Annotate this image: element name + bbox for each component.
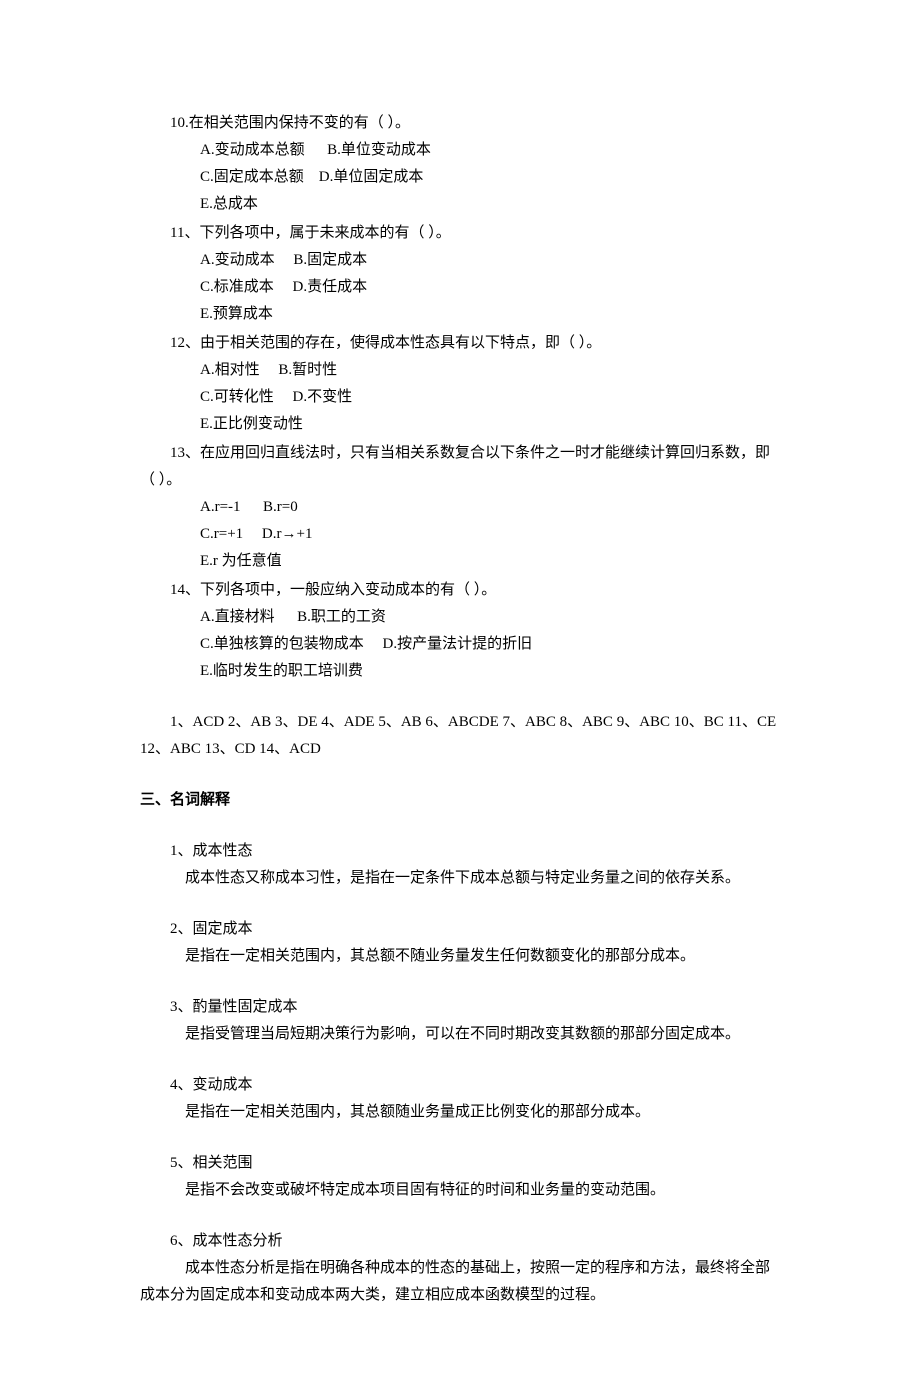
q12-opt-e: E.正比例变动性	[200, 411, 780, 438]
term-3-title: 3、酌量性固定成本	[140, 994, 780, 1021]
term-2: 2、固定成本 是指在一定相关范围内，其总额不随业务量发生任何数额变化的那部分成本…	[140, 916, 780, 970]
term-1: 1、成本性态 成本性态又称成本习性，是指在一定条件下成本总额与特定业务量之间的依…	[140, 838, 780, 892]
question-10: 10.在相关范围内保持不变的有（ ）。 A.变动成本总额 B.单位变动成本 C.…	[140, 110, 780, 218]
term-6-def-line1: 成本性态分析是指在明确各种成本的性态的基础上，按照一定的程序和方法，最终将全部	[140, 1255, 780, 1282]
q10-options: A.变动成本总额 B.单位变动成本 C.固定成本总额 D.单位固定成本 E.总成…	[140, 137, 780, 218]
q11-stem: 11、下列各项中，属于未来成本的有（ ）。	[140, 220, 780, 247]
term-4-title: 4、变动成本	[140, 1072, 780, 1099]
question-12: 12、由于相关范围的存在，使得成本性态具有以下特点，即（ ）。 A.相对性 B.…	[140, 330, 780, 438]
answers-block: 1、ACD 2、AB 3、DE 4、ADE 5、AB 6、ABCDE 7、ABC…	[140, 709, 780, 763]
term-5-title: 5、相关范围	[140, 1150, 780, 1177]
q10-stem: 10.在相关范围内保持不变的有（ ）。	[140, 110, 780, 137]
q11-options: A.变动成本 B.固定成本 C.标准成本 D.责任成本 E.预算成本	[140, 247, 780, 328]
q10-opt-c-d: C.固定成本总额 D.单位固定成本	[200, 164, 780, 191]
q10-opt-a-b: A.变动成本总额 B.单位变动成本	[200, 137, 780, 164]
q14-stem: 14、下列各项中，一般应纳入变动成本的有（ ）。	[140, 577, 780, 604]
q12-stem: 12、由于相关范围的存在，使得成本性态具有以下特点，即（ ）。	[140, 330, 780, 357]
q13-stem-line2: （ ）。	[140, 467, 780, 494]
question-14: 14、下列各项中，一般应纳入变动成本的有（ ）。 A.直接材料 B.职工的工资 …	[140, 577, 780, 685]
term-1-title: 1、成本性态	[140, 838, 780, 865]
section-3-heading: 三、名词解释	[140, 787, 780, 814]
q13-opt-a-b: A.r=-1 B.r=0	[200, 494, 780, 521]
answers-line1: 1、ACD 2、AB 3、DE 4、ADE 5、AB 6、ABCDE 7、ABC…	[140, 709, 780, 736]
term-4: 4、变动成本 是指在一定相关范围内，其总额随业务量成正比例变化的那部分成本。	[140, 1072, 780, 1126]
term-6-title: 6、成本性态分析	[140, 1228, 780, 1255]
q10-opt-e: E.总成本	[200, 191, 780, 218]
q11-opt-e: E.预算成本	[200, 301, 780, 328]
term-3-def: 是指受管理当局短期决策行为影响，可以在不同时期改变其数额的那部分固定成本。	[140, 1021, 780, 1048]
q14-opt-c-d: C.单独核算的包装物成本 D.按产量法计提的折旧	[200, 631, 780, 658]
q12-opt-c-d: C.可转化性 D.不变性	[200, 384, 780, 411]
q13-options: A.r=-1 B.r=0 C.r=+1 D.r→+1 E.r 为任意值	[140, 494, 780, 575]
q14-opt-a-b: A.直接材料 B.职工的工资	[200, 604, 780, 631]
q13-opt-e: E.r 为任意值	[200, 548, 780, 575]
term-5-def: 是指不会改变或破坏特定成本项目固有特征的时间和业务量的变动范围。	[140, 1177, 780, 1204]
answers-line2: 12、ABC 13、CD 14、ACD	[140, 736, 780, 763]
term-2-def: 是指在一定相关范围内，其总额不随业务量发生任何数额变化的那部分成本。	[140, 943, 780, 970]
q11-opt-c-d: C.标准成本 D.责任成本	[200, 274, 780, 301]
term-1-def: 成本性态又称成本习性，是指在一定条件下成本总额与特定业务量之间的依存关系。	[140, 865, 780, 892]
q13-opt-c-d: C.r=+1 D.r→+1	[200, 521, 780, 548]
term-3: 3、酌量性固定成本 是指受管理当局短期决策行为影响，可以在不同时期改变其数额的那…	[140, 994, 780, 1048]
question-11: 11、下列各项中，属于未来成本的有（ ）。 A.变动成本 B.固定成本 C.标准…	[140, 220, 780, 328]
q11-opt-a-b: A.变动成本 B.固定成本	[200, 247, 780, 274]
term-4-def: 是指在一定相关范围内，其总额随业务量成正比例变化的那部分成本。	[140, 1099, 780, 1126]
term-6-def-line2: 成本分为固定成本和变动成本两大类，建立相应成本函数模型的过程。	[140, 1282, 780, 1309]
q14-options: A.直接材料 B.职工的工资 C.单独核算的包装物成本 D.按产量法计提的折旧 …	[140, 604, 780, 685]
term-2-title: 2、固定成本	[140, 916, 780, 943]
q13-stem-line1: 13、在应用回归直线法时，只有当相关系数复合以下条件之一时才能继续计算回归系数，…	[140, 440, 780, 467]
q12-opt-a-b: A.相对性 B.暂时性	[200, 357, 780, 384]
term-5: 5、相关范围 是指不会改变或破坏特定成本项目固有特征的时间和业务量的变动范围。	[140, 1150, 780, 1204]
term-6: 6、成本性态分析 成本性态分析是指在明确各种成本的性态的基础上，按照一定的程序和…	[140, 1228, 780, 1309]
q12-options: A.相对性 B.暂时性 C.可转化性 D.不变性 E.正比例变动性	[140, 357, 780, 438]
q14-opt-e: E.临时发生的职工培训费	[200, 658, 780, 685]
question-13: 13、在应用回归直线法时，只有当相关系数复合以下条件之一时才能继续计算回归系数，…	[140, 440, 780, 575]
